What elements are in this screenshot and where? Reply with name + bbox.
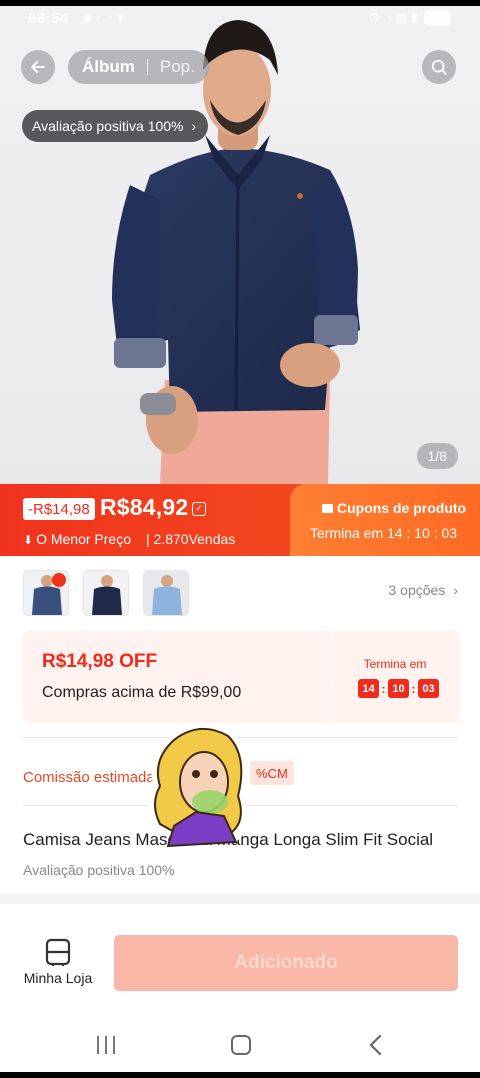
store-icon: [45, 938, 71, 966]
store-coupon-card[interactable]: R$14,98 OFF Compras acima de R$99,00 Ter…: [23, 631, 460, 723]
estimated-commission-label: Comissão estimada: [23, 769, 155, 786]
chevron-right-icon: ›: [453, 582, 458, 598]
search-button[interactable]: [422, 50, 456, 84]
variant-selector[interactable]: 3 opções ›: [0, 562, 480, 622]
down-arrow-icon: ⬇: [23, 533, 34, 547]
section-gap: [0, 894, 480, 904]
hot-badge-icon: [52, 573, 66, 587]
tab-pop[interactable]: Pop.: [160, 57, 195, 77]
ticket-icon: [322, 504, 333, 513]
nav-home-icon[interactable]: [231, 1035, 251, 1055]
discount-badge: -R$14,98: [23, 498, 95, 520]
image-page-counter: 1/8: [416, 443, 458, 469]
sales-count: | 2.870Vendas: [146, 531, 236, 547]
chevron-right-icon: ›: [191, 118, 197, 134]
variant-thumb-2[interactable]: [83, 570, 129, 616]
variant-options-link[interactable]: 3 opções ›: [389, 582, 459, 598]
nav-recent-icon[interactable]: [97, 1036, 115, 1054]
product-rating: Avaliação positiva 100%: [23, 862, 175, 878]
nav-back-icon[interactable]: [365, 1034, 387, 1056]
gallery-tab-switch: Álbum Pop.: [68, 50, 209, 84]
rating-pill-label: Avaliação positiva 100%: [32, 118, 184, 134]
my-store-button[interactable]: Minha Loja: [20, 938, 96, 986]
product-coupons-panel[interactable]: Cupons de produto Termina em 14 : 10 : 0…: [290, 484, 480, 556]
coupon-divider: [330, 631, 332, 723]
search-icon: [431, 59, 447, 75]
back-arrow-icon: [31, 61, 45, 73]
status-notification-icons: ◉ ⋅ ◔ ▾: [82, 10, 124, 25]
system-nav-bar: [0, 1016, 480, 1072]
battery-icon: [424, 10, 450, 26]
current-price: R$84,92: [100, 494, 189, 520]
coupons-title: Cupons de produto: [322, 500, 466, 516]
added-button[interactable]: Adicionado: [114, 935, 458, 991]
coupon-timer: 14 : 10 : 03: [358, 679, 439, 698]
variant-thumb-3[interactable]: [143, 570, 189, 616]
lowest-price-label: ⬇ O Menor Preço: [23, 531, 131, 547]
price-tag-icon: ✓: [192, 502, 206, 516]
cartoon-sticker-overlay: [148, 722, 248, 848]
timer-seconds: 03: [418, 679, 439, 698]
coupon-condition: Compras acima de R$99,00: [42, 684, 242, 701]
positive-rating-pill[interactable]: Avaliação positiva 100% ›: [22, 110, 209, 142]
product-image-gallery[interactable]: 08:54 ◉ ⋅ ◔ ▾ ⚙ ◔ ▦ ▮ Álbum Pop. Avaliaç…: [0, 0, 480, 484]
back-button[interactable]: [21, 50, 55, 84]
status-time: 08:54: [28, 10, 69, 27]
timer-minutes: 10: [388, 679, 409, 698]
status-bar: 08:54 ◉ ⋅ ◔ ▾ ⚙ ◔ ▦ ▮: [0, 0, 480, 38]
coupon-amount: R$14,98 OFF: [42, 651, 158, 672]
variant-thumb-1[interactable]: [23, 570, 69, 616]
timer-hours: 14: [358, 679, 379, 698]
status-system-icons: ⚙ ◔ ▦ ▮: [368, 10, 418, 25]
my-store-label: Minha Loja: [23, 970, 93, 986]
price-banner: -R$14,98 R$84,92 ✓ ⬇ O Menor Preço | 2.87…: [0, 484, 480, 556]
product-screen: 08:54 ◉ ⋅ ◔ ▾ ⚙ ◔ ▦ ▮ Álbum Pop. Avaliaç…: [0, 0, 480, 1078]
tab-separator: [146, 59, 148, 75]
coupon-ends-label: Termina em: [363, 657, 427, 671]
coupon-countdown: Termina em 14 : 10 : 03: [310, 525, 458, 541]
tab-album[interactable]: Álbum: [82, 57, 135, 77]
